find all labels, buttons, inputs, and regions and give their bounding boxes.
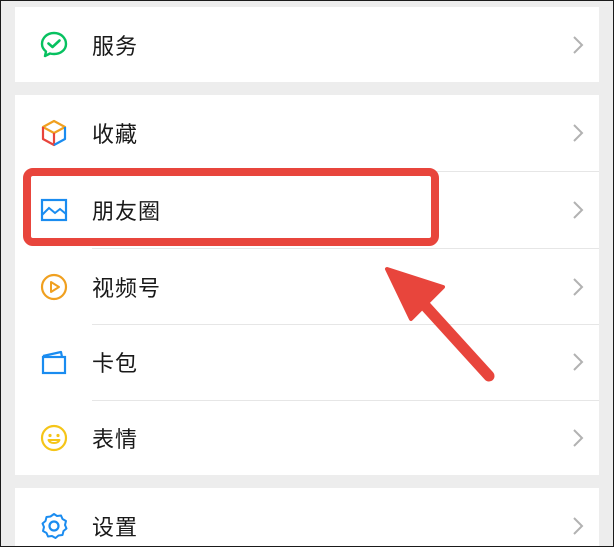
menu-group-settings: 设置 bbox=[15, 488, 599, 546]
menu-group-main: 收藏 朋友圈 视频号 卡包 表情 bbox=[15, 95, 599, 475]
menu-item-cards[interactable]: 卡包 bbox=[15, 324, 599, 400]
menu-item-label: 设置 bbox=[92, 516, 139, 541]
checkmark-circle-icon bbox=[39, 30, 69, 60]
menu-group-services: 服务 bbox=[15, 7, 599, 82]
chevron-right-icon bbox=[573, 201, 584, 219]
chevron-right-icon bbox=[573, 429, 584, 447]
wallet-icon bbox=[39, 347, 69, 377]
picture-icon bbox=[39, 195, 69, 225]
menu-item-stickers[interactable]: 表情 bbox=[15, 400, 599, 476]
smiley-icon bbox=[39, 423, 69, 453]
menu-item-label: 服务 bbox=[92, 35, 139, 60]
app-frame: 服务 收藏 朋友圈 视频号 卡包 表情 设置 bbox=[0, 0, 614, 547]
cube-icon bbox=[39, 118, 69, 148]
menu-item-channels[interactable]: 视频号 bbox=[15, 249, 599, 325]
play-circle-icon bbox=[39, 272, 69, 302]
chevron-right-icon bbox=[573, 517, 584, 535]
chevron-right-icon bbox=[573, 278, 584, 296]
menu-item-label: 表情 bbox=[92, 428, 139, 453]
menu-item-label: 收藏 bbox=[92, 123, 139, 148]
gear-icon bbox=[39, 511, 69, 541]
menu-item-settings[interactable]: 设置 bbox=[15, 488, 599, 546]
menu-item-services[interactable]: 服务 bbox=[15, 7, 599, 83]
menu-item-label: 卡包 bbox=[92, 352, 139, 377]
menu-item-favorites[interactable]: 收藏 bbox=[15, 95, 599, 171]
chevron-right-icon bbox=[573, 124, 584, 142]
menu-item-label: 朋友圈 bbox=[92, 200, 162, 225]
menu-item-label: 视频号 bbox=[92, 277, 162, 302]
chevron-right-icon bbox=[573, 36, 584, 54]
menu-item-moments[interactable]: 朋友圈 bbox=[15, 172, 599, 248]
chevron-right-icon bbox=[573, 353, 584, 371]
